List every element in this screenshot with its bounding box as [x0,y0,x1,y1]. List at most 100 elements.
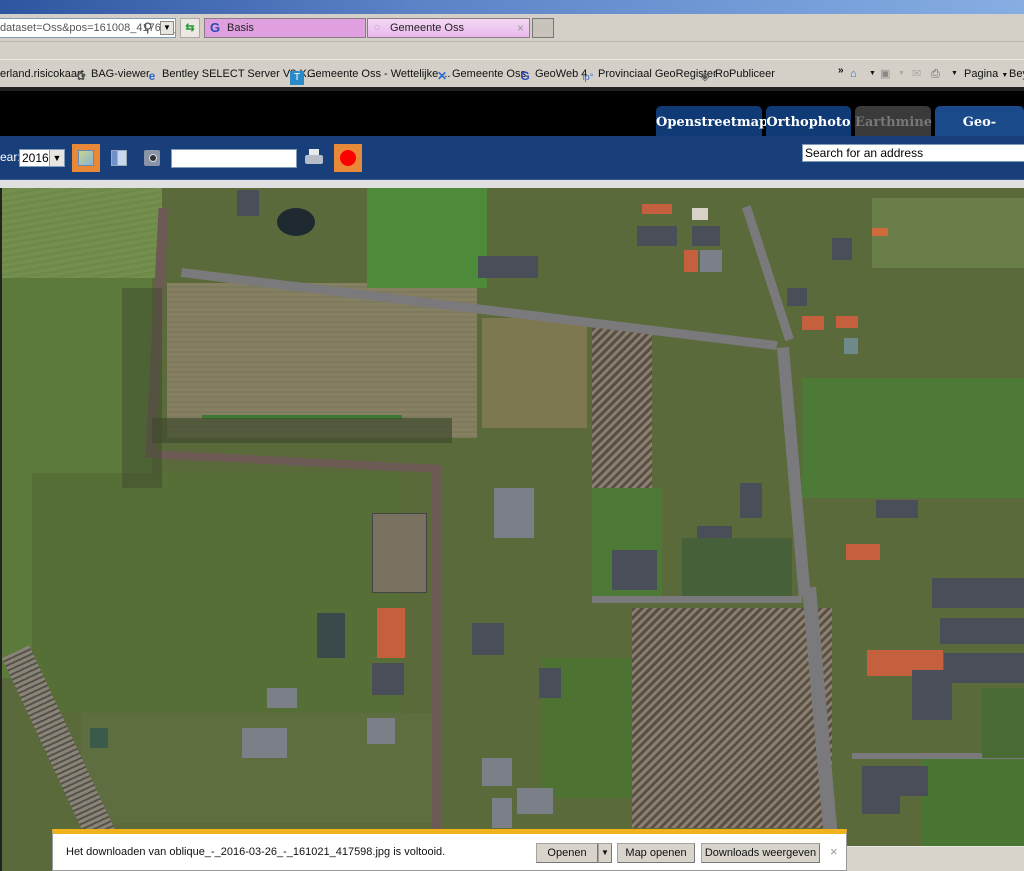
address-search-input[interactable]: Search for an address [802,144,1024,162]
oblique-aerial-image[interactable] [0,188,1024,871]
favorite-gemeente-oss[interactable]: ✕ Gemeente Oss [435,66,526,83]
open-folder-button[interactable]: Map openen [617,843,695,863]
address-dropdown-button[interactable]: ▼ [160,21,174,35]
browser-status-bar [847,846,1024,871]
building [876,500,918,518]
building [692,208,708,220]
home-dropdown-icon[interactable]: ▼ [869,66,876,82]
camera-button[interactable] [138,144,166,172]
favorite-bag-viewer[interactable]: ✿ BAG-viewer [74,66,150,83]
building [787,288,807,306]
mail-icon[interactable]: ✉ [912,66,921,82]
tab-label: Basis [227,22,254,34]
tab-orthophoto[interactable]: Orthophoto [766,106,851,140]
building [692,226,720,246]
record-button[interactable] [334,144,362,172]
building [872,228,888,236]
building [317,613,345,658]
address-bar[interactable]: dataset=Oss&pos=161008_417671_ ⚲ ▼ [0,18,176,38]
map-view-button[interactable] [72,144,100,172]
building [482,758,512,786]
browser-nav-bar: dataset=Oss&pos=161008_417671_ ⚲ ▼ ⇆ G B… [0,14,1024,42]
split-view-button[interactable] [105,144,133,172]
open-button[interactable]: Openen [536,843,598,863]
close-icon[interactable]: × [830,844,838,859]
building [494,488,534,538]
year-value: 2016 [22,151,49,165]
download-message: Het downloaden van oblique_-_2016-03-26_… [66,846,446,858]
treeline [122,288,162,488]
tab-gemeente-oss[interactable]: ◌ Gemeente Oss × [367,18,530,38]
field [682,538,792,598]
favorite-label: BAG-viewer [91,68,150,80]
oss-icon: T [290,71,304,85]
map-feature [277,208,315,236]
chevron-down-icon: ▼ [49,150,64,166]
map-image-icon [78,150,94,166]
ipo-icon: ip° [582,72,594,82]
field [632,608,832,828]
compatibility-view-button[interactable]: ⇆ [180,18,200,38]
favorite-label: RoPubliceer [715,68,775,80]
home-icon[interactable]: ⌂ [850,66,857,82]
download-notification-bar: Het downloaden van oblique_-_2016-03-26_… [52,829,847,871]
app-header: Openstreetmap Orthophoto Earthmine Geo-O… [0,87,1024,164]
google-g-icon: G [210,20,221,35]
building [267,688,297,708]
loading-icon: ◌ [374,22,380,33]
print-icon[interactable]: ⎙ [931,66,940,82]
tab-basis[interactable]: G Basis [204,18,366,38]
building [367,718,395,744]
favorite-label: GeoWeb 4 [535,68,588,80]
treeline [152,418,452,443]
building [700,250,722,272]
favorite-ropubliceer[interactable]: ◈ RoPubliceer [698,66,775,83]
field [367,188,487,288]
tab-earthmine: Earthmine [855,106,932,140]
building [242,728,287,758]
year-select[interactable]: 2016 ▼ [19,149,65,167]
new-tab-button[interactable] [532,18,554,38]
building [377,608,405,658]
building [612,550,657,590]
camera-icon [144,150,160,166]
map-feature [982,688,1024,758]
close-tab-icon[interactable]: × [517,19,524,37]
page-menu[interactable]: Pagina ▼ [964,66,1008,84]
safety-menu[interactable]: Bey [1009,66,1024,82]
tab-openstreetmap[interactable]: Openstreetmap [656,106,768,140]
page-menu-label: Pagina [964,68,999,80]
favorite-geoweb[interactable]: G GeoWeb 4 [518,66,587,83]
favorite-risicokaart[interactable]: erland.risicokaart [0,66,84,82]
open-dropdown-button[interactable]: ▼ [598,843,612,863]
x-icon: ✕ [436,69,448,83]
building [642,204,672,214]
window-title-bar [0,0,1024,14]
favorite-label: Gemeente Oss [452,68,526,80]
print-dropdown-icon[interactable]: ▼ [951,66,958,82]
favorites-overflow-button[interactable]: » [838,63,844,79]
building [637,226,677,246]
year-label: ear: [0,150,21,164]
chevron-down-icon: ▼ [1001,72,1009,79]
tab-geo-oblique[interactable]: Geo-Oblique [935,106,1024,164]
building [862,766,900,814]
search-icon[interactable]: ⚲ [143,21,157,35]
map-toolbar: ear: 2016 ▼ Search for an address [0,136,1024,179]
coordinate-input[interactable] [171,149,297,168]
show-downloads-button[interactable]: Downloads weergeven [701,843,820,863]
map-top-strip [0,179,1024,188]
favorite-gemeente-oss-wettelijke[interactable]: T Gemeente Oss - Wettelijke ... [290,66,450,85]
rss-feed-icon[interactable]: ▣ [880,66,890,82]
field [802,378,1024,498]
tab-label: Gemeente Oss [390,22,464,34]
favorite-provinciaal-georegister[interactable]: ip° Provinciaal GeoRegister [581,66,717,84]
print-icon[interactable] [304,149,324,167]
map-feature [90,728,108,748]
building [944,653,1024,683]
building [517,788,553,814]
road-segment [592,596,802,603]
feed-dropdown-icon[interactable]: ▼ [898,66,905,82]
building [802,316,824,330]
field [592,328,652,488]
